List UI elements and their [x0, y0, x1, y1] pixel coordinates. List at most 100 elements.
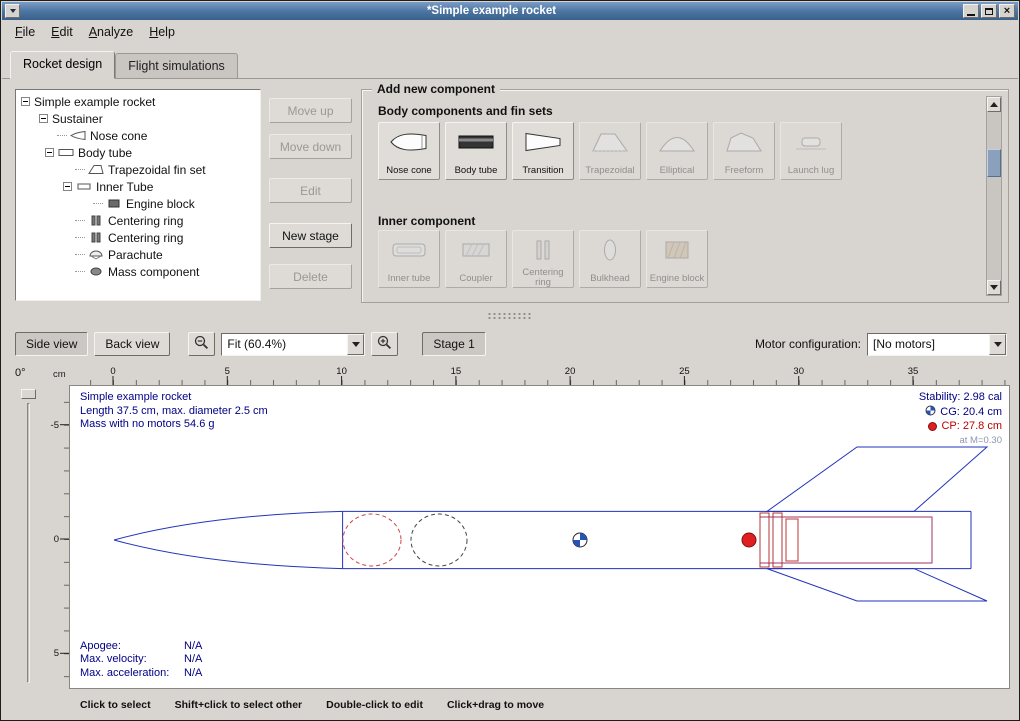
- centering-ring-outline: [760, 513, 769, 567]
- menu-file[interactable]: File: [7, 22, 43, 42]
- minimize-icon: [967, 14, 975, 16]
- tree-item-sustainer[interactable]: Sustainer: [18, 110, 258, 127]
- tree-item-inner-tube[interactable]: Inner Tube: [18, 178, 258, 195]
- tree-connector: [93, 203, 103, 204]
- add-nose-cone-button[interactable]: Nose cone: [378, 122, 440, 180]
- tree-item-label: Centering ring: [108, 231, 183, 245]
- tab-rocket-design[interactable]: Rocket design: [10, 51, 115, 79]
- add-freeform-fin-button[interactable]: Freeform: [713, 122, 775, 180]
- back-view-button[interactable]: Back view: [94, 332, 170, 356]
- minimize-button[interactable]: [963, 4, 979, 18]
- v-tick-label: 0: [54, 534, 59, 545]
- menu-analyze[interactable]: Analyze: [81, 22, 141, 42]
- side-view-button[interactable]: Side view: [15, 332, 88, 356]
- parachute-outline: [343, 514, 401, 566]
- inner-components-row: Inner tube Coupler Centering ring Bulkhe…: [378, 230, 708, 288]
- max-acceleration-value: N/A: [184, 667, 202, 679]
- scroll-down-icon[interactable]: [987, 280, 1001, 295]
- new-stage-button[interactable]: New stage: [269, 223, 352, 248]
- add-engine-block-button[interactable]: Engine block: [646, 230, 708, 288]
- collapse-icon[interactable]: [39, 114, 48, 123]
- motor-configuration-select[interactable]: [No motors]: [867, 333, 1007, 356]
- zoom-select[interactable]: Fit (60.4%): [221, 333, 365, 356]
- body-tube-icon: [58, 147, 74, 158]
- add-inner-tube-button[interactable]: Inner tube: [378, 230, 440, 288]
- rocket-view-panel: 0° cm 0 5 10 15 20 25: [9, 363, 1013, 691]
- tree-item-nose-cone[interactable]: Nose cone: [18, 127, 258, 144]
- tree-connector: [57, 135, 67, 136]
- edit-button[interactable]: Edit: [269, 178, 352, 203]
- splitter-grip-icon: [487, 312, 533, 320]
- tab-flight-simulations[interactable]: Flight simulations: [115, 53, 238, 78]
- nose-cone-outline: [114, 540, 343, 569]
- menu-help-key: H: [149, 25, 158, 39]
- add-trapezoidal-fin-button[interactable]: Trapezoidal: [579, 122, 641, 180]
- zoom-out-button[interactable]: [188, 332, 215, 356]
- collapse-icon[interactable]: [21, 97, 30, 106]
- tree-item-fin-set[interactable]: Trapezoidal fin set: [18, 161, 258, 178]
- parachute-icon: [88, 249, 104, 260]
- maximize-button[interactable]: [981, 4, 997, 18]
- tree-item-body-tube[interactable]: Body tube: [18, 144, 258, 161]
- apogee-label: Apogee:: [80, 640, 184, 654]
- close-button[interactable]: ×: [999, 4, 1015, 18]
- max-velocity-value: N/A: [184, 653, 202, 665]
- mass-component-icon: [88, 266, 104, 277]
- component-panel-scrollbar[interactable]: [986, 96, 1002, 296]
- engine-block-icon: [106, 198, 122, 209]
- add-centering-ring-button[interactable]: Centering ring: [512, 230, 574, 288]
- scroll-up-icon[interactable]: [987, 97, 1001, 112]
- tree-item-mass-component[interactable]: Mass component: [18, 263, 258, 280]
- chevron-down-icon[interactable]: [347, 334, 364, 355]
- tree-item-label: Nose cone: [90, 129, 147, 143]
- rotation-value: 0°: [15, 367, 26, 379]
- horizontal-splitter[interactable]: [1, 305, 1019, 327]
- delete-button[interactable]: Delete: [269, 264, 352, 289]
- zoom-in-button[interactable]: [371, 332, 398, 356]
- move-down-button[interactable]: Move down: [269, 134, 352, 159]
- component-button-label: Trapezoidal: [585, 166, 634, 176]
- tree-item-rocket[interactable]: Simple example rocket: [18, 93, 258, 110]
- menu-file-rest: ile: [23, 25, 36, 39]
- mass-component-outline: [411, 514, 467, 566]
- chevron-down-icon[interactable]: [989, 334, 1006, 355]
- rotation-slider-track[interactable]: [27, 403, 30, 683]
- nose-cone-icon: [389, 129, 429, 160]
- h-tick-label: 15: [451, 366, 462, 377]
- add-transition-button[interactable]: Transition: [512, 122, 574, 180]
- zoom-in-icon: [377, 335, 392, 353]
- max-acceleration-label: Max. acceleration:: [80, 667, 184, 681]
- stage-1-toggle[interactable]: Stage 1: [422, 332, 485, 356]
- tree-item-centering-ring-2[interactable]: Centering ring: [18, 229, 258, 246]
- tree-item-parachute[interactable]: Parachute: [18, 246, 258, 263]
- tree-connector: [75, 271, 85, 272]
- tree-item-label: Body tube: [78, 146, 132, 160]
- cg-icon: [925, 405, 936, 421]
- v-tick-label: -5: [51, 420, 59, 431]
- add-coupler-button[interactable]: Coupler: [445, 230, 507, 288]
- add-launch-lug-button[interactable]: Launch lug: [780, 122, 842, 180]
- collapse-icon[interactable]: [63, 182, 72, 191]
- move-up-button[interactable]: Move up: [269, 98, 352, 123]
- collapse-icon[interactable]: [45, 148, 54, 157]
- rotation-slider-thumb[interactable]: [21, 389, 36, 399]
- window-menu-icon[interactable]: [5, 4, 20, 18]
- tree-item-label: Parachute: [108, 248, 163, 262]
- scrollbar-thumb[interactable]: [987, 149, 1001, 177]
- engine-block-icon: [657, 237, 697, 268]
- menu-help[interactable]: Help: [141, 22, 183, 42]
- fin-outline: [767, 569, 987, 601]
- tree-item-label: Simple example rocket: [34, 95, 155, 109]
- motor-configuration-value: [No motors]: [868, 337, 989, 351]
- zoom-select-value: Fit (60.4%): [222, 337, 347, 351]
- tree-item-engine-block[interactable]: Engine block: [18, 195, 258, 212]
- add-bulkhead-button[interactable]: Bulkhead: [579, 230, 641, 288]
- cg-value: CG: 20.4 cm: [940, 406, 1002, 420]
- add-elliptical-fin-button[interactable]: Elliptical: [646, 122, 708, 180]
- menu-edit[interactable]: Edit: [43, 22, 81, 42]
- add-body-tube-button[interactable]: Body tube: [445, 122, 507, 180]
- rocket-canvas[interactable]: Simple example rocket Length 37.5 cm, ma…: [69, 385, 1010, 689]
- stability-info: Stability: 2.98 cal CG: 20.4 cm CP: 27.8…: [919, 391, 1002, 447]
- tree-item-centering-ring-1[interactable]: Centering ring: [18, 212, 258, 229]
- tab-bar: Rocket design Flight simulations: [2, 46, 1018, 79]
